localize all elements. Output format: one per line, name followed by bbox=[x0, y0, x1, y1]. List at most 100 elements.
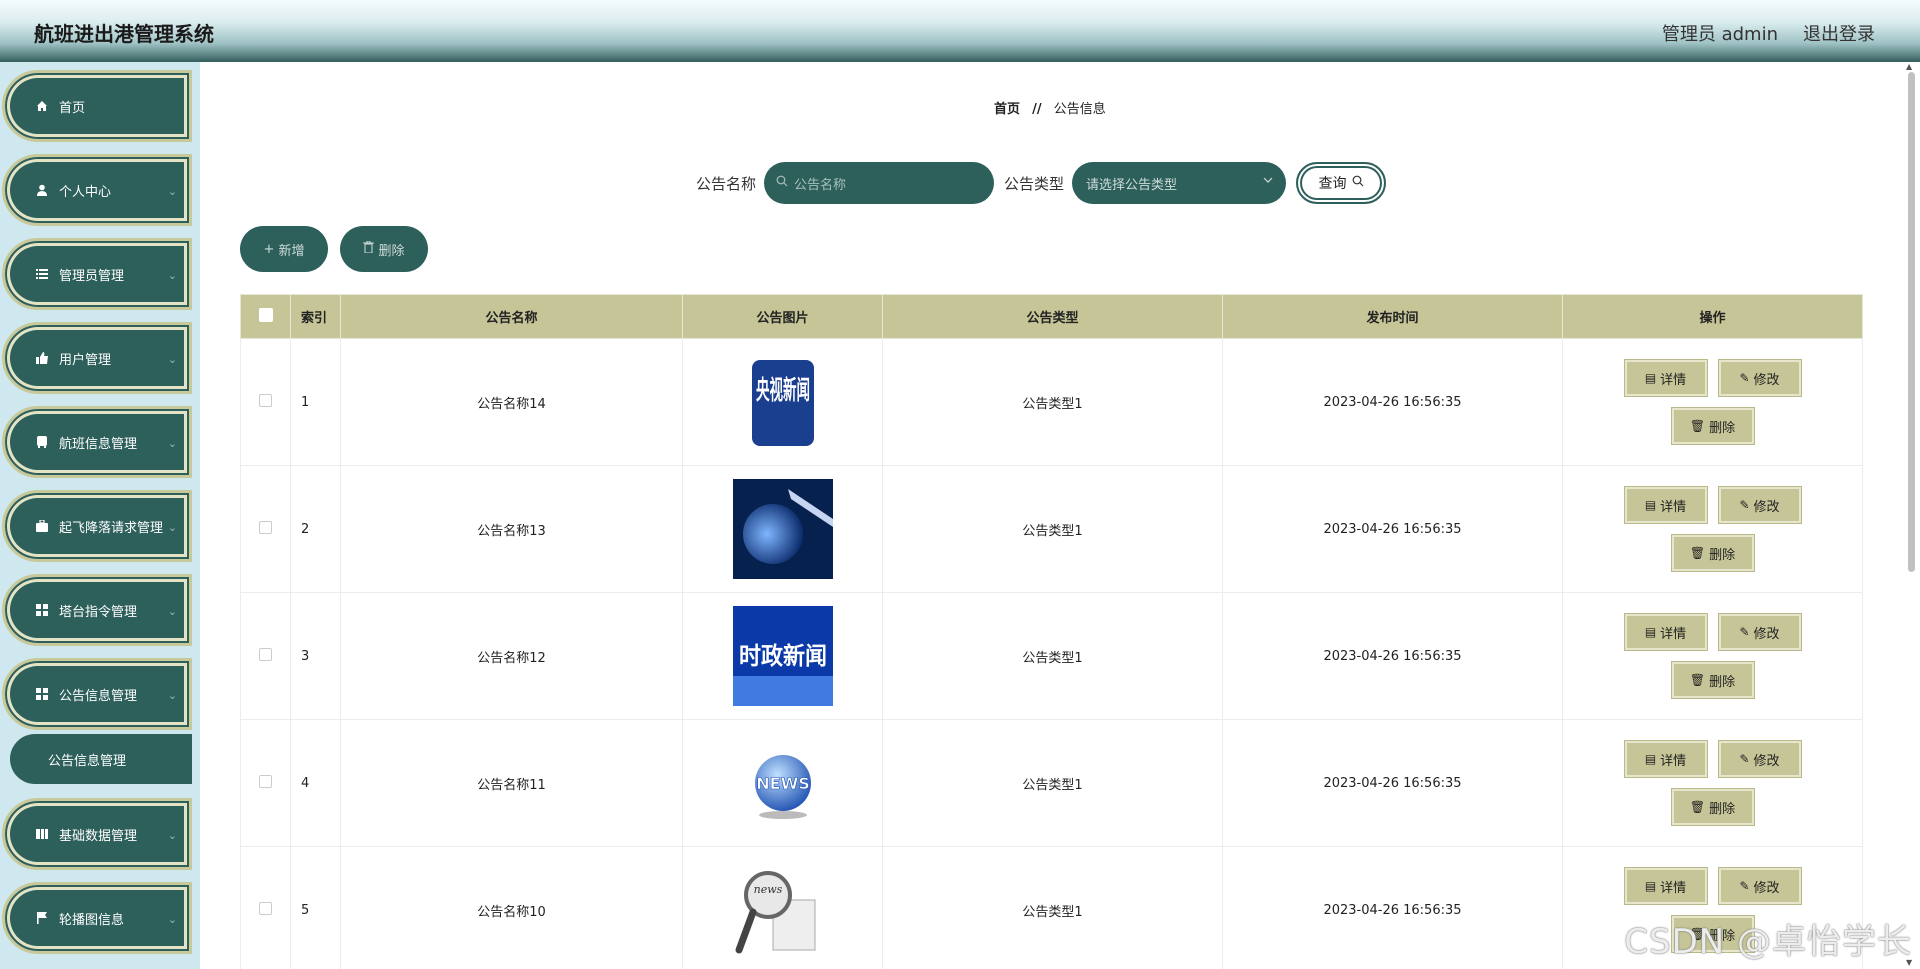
sidebar-item-label: 起飞降落请求管理 bbox=[59, 520, 164, 536]
sidebar-item-label: 公告信息管理 bbox=[59, 688, 138, 704]
sidebar-item-carousel[interactable]: 轮播图信息 ⌄ bbox=[2, 882, 192, 954]
trash-icon: 🗑 bbox=[1689, 673, 1706, 687]
detail-button[interactable]: ▤ 详情 bbox=[1624, 614, 1707, 650]
row-name: 公告名称13 bbox=[340, 465, 683, 593]
flag-icon bbox=[35, 911, 49, 925]
detail-button[interactable]: ▤ 详情 bbox=[1624, 487, 1707, 523]
row-time: 2023-04-26 16:56:35 bbox=[1222, 465, 1563, 593]
row-checkbox[interactable] bbox=[240, 719, 291, 847]
detail-button[interactable]: ▤ 详情 bbox=[1624, 360, 1707, 396]
query-button[interactable]: 查询 bbox=[1296, 162, 1387, 204]
top-header: 航班进出港管理系统 管理员 admin 退出登录 bbox=[0, 0, 1920, 62]
table-row: 2 公告名称13 公告类型1 2023-04-26 16:56:35 ▤ 详情 ✎ 修… bbox=[240, 465, 1863, 593]
breadcrumb-separator: // bbox=[1032, 102, 1042, 117]
watermark: CSDN @卓怡学长 bbox=[1624, 922, 1912, 962]
row-time: 2023-04-26 16:56:35 bbox=[1222, 592, 1563, 720]
sidebar: 首页 个人中心 ⌄ 管理员管理 ⌄ 用户管理 ⌄ 航班信息管理 ⌄ 起飞降落请求… bbox=[0, 62, 200, 969]
notice-image: 央视新闻 bbox=[751, 360, 814, 446]
book-icon bbox=[35, 827, 49, 841]
submenu-item-notices[interactable]: 公告信息管理 bbox=[10, 734, 192, 784]
sidebar-item-label: 轮播图信息 bbox=[59, 912, 125, 928]
row-index: 3 bbox=[290, 592, 341, 720]
notice-image: NEWS bbox=[754, 755, 811, 819]
add-button[interactable]: + 新增 bbox=[240, 226, 328, 272]
main-content: 首页 // 公告信息 公告名称 公告名称 公告类型 请选择公告类型 查询 + 新… bbox=[200, 62, 1900, 969]
pencil-icon: ✎ bbox=[1739, 625, 1750, 639]
document-icon: ▤ bbox=[1644, 879, 1657, 893]
chevron-down-icon: ⌄ bbox=[167, 605, 177, 618]
breadcrumb-home[interactable]: 首页 bbox=[994, 102, 1020, 117]
svg-text:时政新闻: 时政新闻 bbox=[739, 642, 827, 670]
chevron-down-icon: ⌄ bbox=[167, 521, 177, 534]
notice-image: news bbox=[732, 860, 833, 960]
detail-button[interactable]: ▤ 详情 bbox=[1624, 868, 1707, 904]
table-row: 1 公告名称14 央视新闻 公告类型1 2023-04-26 16:56:35 … bbox=[240, 338, 1863, 466]
sidebar-item-personal[interactable]: 个人中心 ⌄ bbox=[2, 154, 192, 226]
trash-icon: 🗑 bbox=[1689, 419, 1706, 433]
row-delete-button[interactable]: 🗑 删除 bbox=[1671, 535, 1754, 571]
sidebar-item-notices[interactable]: 公告信息管理 ⌄ bbox=[2, 658, 192, 730]
row-name: 公告名称14 bbox=[340, 338, 683, 466]
row-delete-button[interactable]: 🗑 删除 bbox=[1671, 789, 1754, 825]
table-row: 5 公告名称10 news 公告类型1 2023-04-26 16:56:35 … bbox=[240, 846, 1863, 969]
notice-type-select[interactable]: 请选择公告类型 bbox=[1072, 162, 1287, 204]
edit-button[interactable]: ✎ 修改 bbox=[1718, 614, 1801, 650]
row-actions: ▤ 详情 ✎ 修改 🗑 删除 bbox=[1562, 465, 1863, 593]
sidebar-item-label: 管理员管理 bbox=[59, 268, 125, 284]
delete-button[interactable]: 删除 bbox=[340, 226, 428, 272]
col-actions: 操作 bbox=[1562, 294, 1863, 339]
edit-button[interactable]: ✎ 修改 bbox=[1718, 487, 1801, 523]
row-time: 2023-04-26 16:56:35 bbox=[1222, 338, 1563, 466]
col-name: 公告名称 bbox=[340, 294, 683, 339]
chevron-down-icon: ⌄ bbox=[167, 689, 177, 702]
sidebar-item-users[interactable]: 用户管理 ⌄ bbox=[2, 322, 192, 394]
edit-button[interactable]: ✎ 修改 bbox=[1718, 360, 1801, 396]
list-icon bbox=[35, 267, 49, 281]
document-icon: ▤ bbox=[1644, 752, 1657, 766]
pencil-icon: ✎ bbox=[1739, 879, 1750, 893]
sidebar-item-base-data[interactable]: 基础数据管理 ⌄ bbox=[2, 798, 192, 870]
trash-icon: 🗑 bbox=[1689, 800, 1706, 814]
logout-link[interactable]: 退出登录 bbox=[1803, 20, 1875, 46]
select-all-checkbox[interactable] bbox=[240, 294, 291, 339]
sidebar-item-tower-commands[interactable]: 塔台指令管理 ⌄ bbox=[2, 574, 192, 646]
user-icon bbox=[35, 183, 49, 197]
app-title: 航班进出港管理系统 bbox=[34, 22, 214, 46]
notice-name-input[interactable]: 公告名称 bbox=[764, 162, 995, 204]
vertical-scrollbar[interactable]: ▲ ▼ bbox=[1906, 62, 1916, 969]
home-icon bbox=[35, 99, 49, 113]
scrollbar-thumb[interactable] bbox=[1908, 72, 1915, 572]
row-checkbox[interactable] bbox=[240, 465, 291, 593]
row-checkbox[interactable] bbox=[240, 592, 291, 720]
sidebar-item-takeoff-requests[interactable]: 起飞降落请求管理 ⌄ bbox=[2, 490, 192, 562]
edit-button[interactable]: ✎ 修改 bbox=[1718, 741, 1801, 777]
row-checkbox[interactable] bbox=[240, 338, 291, 466]
row-type: 公告类型1 bbox=[882, 592, 1223, 720]
row-index: 5 bbox=[290, 846, 341, 969]
chevron-down-icon bbox=[1262, 174, 1274, 190]
sidebar-item-admin[interactable]: 管理员管理 ⌄ bbox=[2, 238, 192, 310]
document-icon: ▤ bbox=[1644, 498, 1657, 512]
detail-button[interactable]: ▤ 详情 bbox=[1624, 741, 1707, 777]
sidebar-item-flights[interactable]: 航班信息管理 ⌄ bbox=[2, 406, 192, 478]
notice-type-placeholder: 请选择公告类型 bbox=[1086, 177, 1178, 193]
row-delete-button[interactable]: 🗑 删除 bbox=[1671, 662, 1754, 698]
scroll-up-arrow-icon[interactable]: ▲ bbox=[1906, 62, 1912, 71]
sidebar-item-home[interactable]: 首页 bbox=[2, 70, 192, 142]
row-checkbox[interactable] bbox=[240, 846, 291, 969]
row-actions: ▤ 详情 ✎ 修改 🗑 删除 bbox=[1562, 592, 1863, 720]
search-icon bbox=[1352, 175, 1364, 191]
row-type: 公告类型1 bbox=[882, 719, 1223, 847]
sidebar-item-label: 塔台指令管理 bbox=[59, 604, 138, 620]
row-index: 2 bbox=[290, 465, 341, 593]
table-header-row: 索引 公告名称 公告图片 公告类型 发布时间 操作 bbox=[240, 294, 1863, 339]
row-delete-button[interactable]: 🗑 删除 bbox=[1671, 408, 1754, 444]
admin-label: 管理员 admin bbox=[1661, 24, 1778, 45]
edit-button[interactable]: ✎ 修改 bbox=[1718, 868, 1801, 904]
row-name: 公告名称10 bbox=[340, 846, 683, 969]
chevron-down-icon: ⌄ bbox=[167, 185, 177, 198]
chevron-down-icon: ⌄ bbox=[167, 353, 177, 366]
row-type: 公告类型1 bbox=[882, 338, 1223, 466]
row-image: 央视新闻 bbox=[682, 338, 883, 466]
add-button-label: 新增 bbox=[278, 243, 305, 259]
